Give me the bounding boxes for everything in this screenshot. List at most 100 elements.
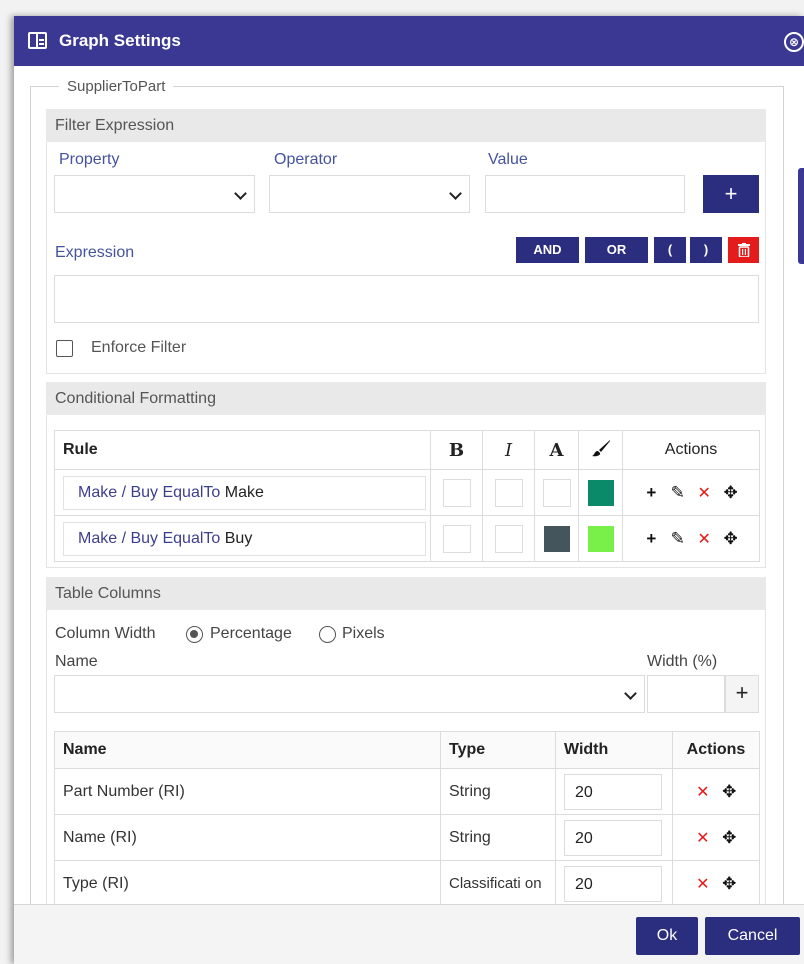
- column-width-input[interactable]: 20: [564, 865, 662, 902]
- add-filter-button[interactable]: +: [703, 175, 759, 213]
- bold-toggle[interactable]: [442, 478, 471, 507]
- property-label: Property: [59, 151, 120, 168]
- delete-icon[interactable]: ✕: [692, 828, 714, 848]
- rule-text: Make / Buy EqualTo Make: [63, 475, 426, 510]
- cancel-button[interactable]: Cancel: [705, 917, 800, 955]
- table-row: Type (RI) Classificati on 20 ✕ ✥: [54, 860, 760, 907]
- width-input[interactable]: [647, 675, 725, 713]
- conditional-rules-table: Rule B I A Actions Make / Buy EqualTo Ma…: [54, 430, 760, 562]
- expression-input[interactable]: [54, 275, 759, 323]
- bold-column-header: B: [430, 430, 483, 470]
- trash-icon: [737, 243, 750, 258]
- delete-icon[interactable]: ✕: [692, 874, 714, 894]
- pixels-radio[interactable]: [319, 626, 336, 643]
- actions-column-header: Actions: [622, 430, 760, 470]
- move-icon[interactable]: ✥: [720, 529, 742, 549]
- chevron-down-icon: [449, 187, 462, 200]
- column-name-cell: Part Number (RI): [54, 768, 441, 815]
- width-column-header: Width: [555, 731, 673, 769]
- ok-button[interactable]: Ok: [636, 917, 698, 955]
- actions-column-header: Actions: [672, 731, 760, 769]
- move-icon[interactable]: ✥: [718, 828, 740, 848]
- fill-color-swatch[interactable]: [587, 479, 614, 506]
- width-pct-label: Width (%): [647, 653, 718, 670]
- operator-select[interactable]: [269, 175, 470, 213]
- italic-column-header: I: [482, 430, 535, 470]
- conditional-header-row: Rule B I A Actions: [54, 430, 760, 470]
- rule-row: Make / Buy EqualTo Buy + ✎ ✕ ✥: [54, 515, 760, 562]
- pixels-label: Pixels: [342, 625, 385, 642]
- fill-color-swatch[interactable]: [587, 525, 614, 552]
- dialog-footer: Ok Cancel: [14, 904, 804, 964]
- column-type-cell: Classificati on: [440, 860, 556, 907]
- bold-toggle[interactable]: [442, 524, 471, 553]
- column-name-cell: Type (RI): [54, 860, 441, 907]
- operator-label: Operator: [274, 151, 338, 168]
- column-name-label: Name: [55, 653, 98, 670]
- paintbrush-icon: [591, 439, 610, 456]
- value-input[interactable]: [485, 175, 685, 213]
- rule-text: Make / Buy EqualTo Buy: [63, 521, 426, 556]
- edit-icon[interactable]: ✎: [667, 529, 689, 549]
- name-column-header: Name: [54, 731, 441, 769]
- delete-icon[interactable]: ✕: [692, 782, 714, 802]
- column-width-input[interactable]: 20: [564, 773, 662, 810]
- open-paren-button[interactable]: (: [654, 237, 686, 263]
- percentage-label: Percentage: [210, 625, 292, 642]
- clear-expression-button[interactable]: [728, 237, 759, 263]
- column-type-cell: String: [440, 814, 556, 861]
- columns-header-row: Name Type Width Actions: [54, 731, 760, 769]
- delete-icon[interactable]: ✕: [693, 529, 715, 549]
- rule-row: Make / Buy EqualTo Make + ✎ ✕ ✥: [54, 469, 760, 516]
- conditional-header: Conditional Formatting: [46, 382, 766, 415]
- enforce-filter-label: Enforce Filter: [91, 339, 187, 356]
- and-button[interactable]: AND: [516, 237, 579, 263]
- column-name-cell: Name (RI): [54, 814, 441, 861]
- text-color-swatch[interactable]: [543, 525, 570, 552]
- expression-label: Expression: [55, 244, 135, 261]
- text-color-swatch[interactable]: [542, 478, 571, 507]
- dialog-titlebar: Graph Settings ⊗: [14, 16, 804, 66]
- chevron-down-icon: [624, 687, 637, 700]
- property-select[interactable]: [54, 175, 255, 213]
- fill-color-column-header: [578, 430, 623, 470]
- text-color-column-header: A: [534, 430, 579, 470]
- enforce-filter-checkbox[interactable]: [56, 340, 73, 357]
- delete-icon[interactable]: ✕: [693, 483, 715, 503]
- column-type-cell: String: [440, 768, 556, 815]
- table-row: Part Number (RI) String 20 ✕ ✥: [54, 768, 760, 815]
- italic-toggle[interactable]: [494, 478, 523, 507]
- graph-settings-dialog: Graph Settings ⊗ SupplierToPart Filter E…: [14, 16, 804, 964]
- rule-column-header: Rule: [54, 430, 431, 470]
- close-paren-button[interactable]: ): [690, 237, 722, 263]
- percentage-radio[interactable]: [186, 626, 203, 643]
- dialog-title: Graph Settings: [59, 31, 181, 50]
- window-icon: [28, 32, 47, 49]
- scrollbar-thumb[interactable]: [798, 168, 804, 264]
- column-width-input[interactable]: 20: [564, 819, 662, 856]
- filter-header: Filter Expression: [46, 109, 766, 142]
- move-icon[interactable]: ✥: [718, 874, 740, 894]
- column-width-label: Column Width: [55, 625, 156, 642]
- rule-prefix: Make / Buy EqualTo: [78, 483, 221, 501]
- move-icon[interactable]: ✥: [718, 782, 740, 802]
- rule-value: Make: [224, 483, 264, 501]
- column-name-select[interactable]: [54, 675, 645, 713]
- table-columns-header: Table Columns: [46, 577, 766, 610]
- rule-prefix: Make / Buy EqualTo: [78, 529, 221, 547]
- table-row: Name (RI) String 20 ✕ ✥: [54, 814, 760, 861]
- rule-value: Buy: [224, 529, 253, 547]
- chevron-down-icon: [234, 187, 247, 200]
- edit-icon[interactable]: ✎: [667, 483, 689, 503]
- add-icon[interactable]: +: [640, 483, 662, 503]
- add-column-button[interactable]: +: [725, 675, 759, 713]
- type-column-header: Type: [440, 731, 556, 769]
- fieldset-legend: SupplierToPart: [67, 78, 166, 95]
- add-icon[interactable]: +: [640, 529, 662, 549]
- or-button[interactable]: OR: [585, 237, 648, 263]
- value-label: Value: [488, 151, 528, 168]
- columns-table: Name Type Width Actions Part Number (RI)…: [54, 731, 760, 907]
- close-icon[interactable]: ⊗: [784, 32, 804, 52]
- italic-toggle[interactable]: [494, 524, 523, 553]
- move-icon[interactable]: ✥: [720, 483, 742, 503]
